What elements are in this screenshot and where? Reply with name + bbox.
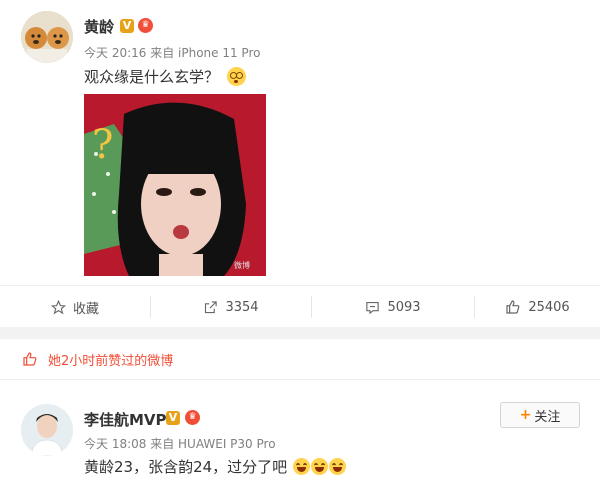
- dog-avatar-icon: [21, 11, 73, 63]
- share-count: 3354: [225, 299, 259, 315]
- image-watermark: 微博: [234, 261, 250, 270]
- repost-verified-icon: V: [166, 411, 180, 425]
- plus-icon: +: [519, 407, 532, 423]
- repost-vip-level-icon: ♛: [185, 410, 200, 425]
- post-text: 观众缘是什么玄学？: [84, 66, 246, 87]
- star-icon: [50, 299, 66, 314]
- comment-button[interactable]: 5093: [312, 300, 474, 315]
- repost-text-content: 黄龄23，张含韵24，过分了吧: [84, 458, 288, 476]
- laughing-emoji-icon: [328, 458, 346, 475]
- vip-level-icon: ♛: [138, 18, 153, 33]
- author-name[interactable]: 黄龄: [84, 16, 114, 37]
- question-mark: ?: [92, 122, 114, 168]
- post-text-content: 观众缘是什么玄学？: [84, 68, 220, 86]
- repost-author-name[interactable]: 李佳航MVP: [84, 409, 167, 430]
- favorite-button[interactable]: 收藏: [0, 298, 150, 317]
- repost-text: 黄龄23，张含韵24，过分了吧: [84, 456, 346, 477]
- laughing-emoji-icon: [310, 458, 328, 475]
- share-button[interactable]: 3354: [151, 300, 311, 315]
- like-button[interactable]: 25406: [475, 299, 600, 315]
- repost-meta: 今天 18:08 来自 HUAWEI P30 Pro: [84, 437, 276, 451]
- favorite-label: 收藏: [72, 301, 99, 317]
- man-avatar-icon: [21, 404, 73, 456]
- liked-banner-text: 她2小时前赞过的微博: [48, 353, 174, 369]
- section-separator: [0, 327, 600, 339]
- thumbs-up-icon: [506, 300, 520, 314]
- author-avatar[interactable]: [21, 11, 73, 63]
- share-icon: [205, 300, 218, 313]
- laughing-emoji-icon: [292, 458, 310, 475]
- comment-icon: [366, 301, 380, 314]
- action-bar: 收藏 3354 5093 25406: [0, 285, 600, 328]
- liked-thumb-icon: [23, 352, 37, 366]
- follow-label: 关注: [534, 409, 561, 425]
- comment-count: 5093: [387, 299, 421, 315]
- like-count: 25406: [528, 299, 570, 315]
- repost-author-avatar[interactable]: [21, 404, 73, 456]
- flushed-emoji-icon: [226, 67, 246, 86]
- post-image[interactable]: ? 微博: [84, 94, 266, 276]
- follow-button[interactable]: + 关注: [500, 402, 580, 428]
- post-meta: 今天 20:16 来自 iPhone 11 Pro: [84, 46, 261, 60]
- liked-banner: 她2小时前赞过的微博: [0, 339, 600, 380]
- verified-icon: V: [120, 19, 134, 33]
